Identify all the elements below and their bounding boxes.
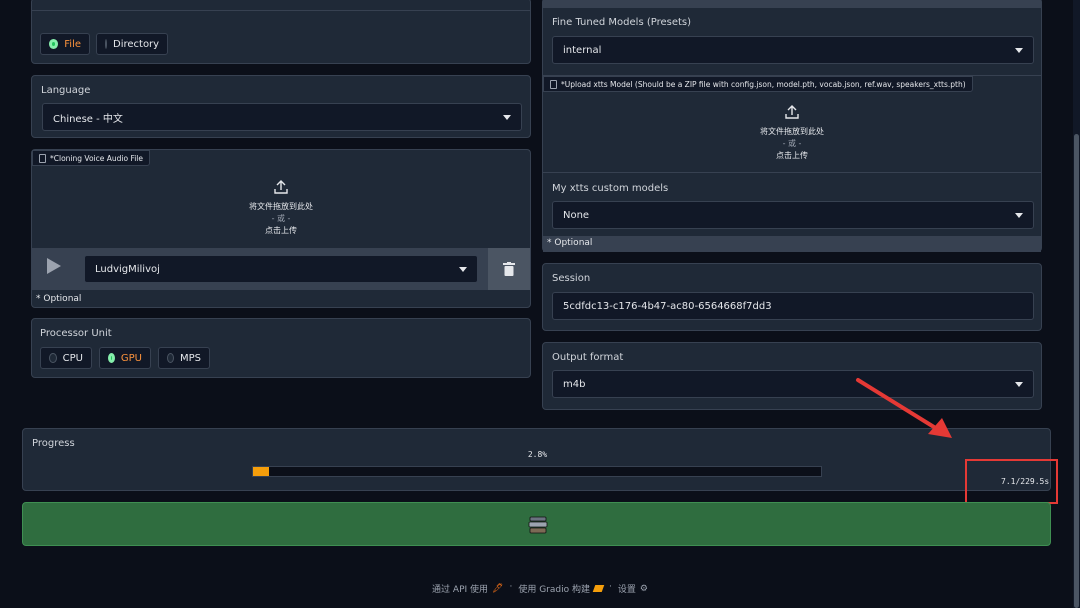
- source-panel: File Directory: [31, 0, 531, 64]
- books-icon: [528, 516, 548, 534]
- voice-upload-panel: *Cloning Voice Audio File 将文件拖放到此处 - 或 -…: [31, 149, 531, 308]
- radio-file[interactable]: File: [40, 33, 90, 55]
- footer-gradio-text: 使用 Gradio 构建: [518, 585, 590, 595]
- radio-label-gpu: GPU: [120, 352, 142, 364]
- xtts-drop-text: 将文件拖放到此处: [760, 127, 824, 136]
- chevron-down-icon: [1015, 212, 1023, 218]
- footer-api-text: 通过 API 使用: [432, 585, 489, 595]
- progress-track: [252, 466, 822, 477]
- radio-label-directory: Directory: [113, 38, 160, 50]
- language-dropdown[interactable]: Chinese - 中文: [42, 103, 522, 131]
- voice-upload-tag-text: *Cloning Voice Audio File: [50, 153, 143, 163]
- radio-gpu[interactable]: GPU: [99, 347, 151, 369]
- fine-tuned-label: Fine Tuned Models (Presets): [552, 17, 692, 28]
- xtts-upload-tag: *Upload xtts Model (Should be a ZIP file…: [543, 76, 973, 92]
- play-icon[interactable]: [46, 257, 62, 275]
- processor-panel: Processor Unit CPU GPU MPS: [31, 318, 531, 378]
- radio-directory[interactable]: Directory: [96, 33, 168, 55]
- custom-models-dropdown[interactable]: None: [552, 201, 1034, 229]
- footer-settings-link[interactable]: 设置 ⚙: [617, 582, 648, 596]
- voice-player-row: LudvigMilivoj: [32, 248, 530, 290]
- upload-icon: [274, 180, 288, 194]
- custom-models-value: None: [563, 209, 590, 221]
- annotation-arrow-icon: [856, 378, 952, 438]
- voice-value: LudvigMilivoj: [95, 263, 160, 275]
- voice-drop-text: 将文件拖放到此处: [249, 202, 313, 211]
- footer-separator: ·: [608, 582, 612, 592]
- session-input[interactable]: 5cdfdc13-c176-4b47-ac80-6564668f7dd3: [552, 292, 1034, 320]
- source-divider: [32, 10, 530, 11]
- footer-settings-text: 设置: [617, 585, 636, 595]
- radio-dot-directory: [105, 39, 107, 49]
- gear-icon: ⚙: [639, 583, 648, 594]
- file-icon: [550, 79, 557, 89]
- fine-tuned-value: internal: [563, 44, 602, 56]
- progress-label: Progress: [32, 438, 75, 449]
- voice-upload-tag: *Cloning Voice Audio File: [32, 150, 150, 166]
- xtts-upload-tag-text: *Upload xtts Model (Should be a ZIP file…: [561, 79, 966, 89]
- radio-dot-cpu: [49, 353, 57, 363]
- radio-mps[interactable]: MPS: [158, 347, 210, 369]
- custom-models-optional-note: * Optional: [547, 238, 593, 248]
- xtts-click-text: 点击上传: [776, 151, 808, 160]
- convert-button[interactable]: [22, 502, 1051, 546]
- chevron-down-icon: [1015, 381, 1023, 387]
- voice-click-text: 点击上传: [265, 226, 297, 235]
- trash-icon: [503, 262, 515, 276]
- model-top-strip: [543, 0, 1041, 8]
- chevron-down-icon: [503, 114, 511, 120]
- file-icon: [39, 153, 46, 163]
- radio-cpu[interactable]: CPU: [40, 347, 92, 369]
- radio-label-mps: MPS: [179, 352, 201, 364]
- output-format-panel: Output format m4b: [542, 342, 1042, 410]
- chevron-down-icon: [1015, 47, 1023, 53]
- output-format-label: Output format: [552, 352, 624, 363]
- scrollbar-thumb[interactable]: [1074, 134, 1079, 608]
- rocket-icon: 🖋: [492, 583, 504, 594]
- radio-dot-mps: [167, 353, 174, 363]
- xtts-dropzone[interactable]: 将文件拖放到此处 - 或 - 点击上传: [543, 92, 1041, 174]
- custom-models-label: My xtts custom models: [552, 183, 669, 194]
- radio-dot-file: [49, 39, 59, 49]
- xtts-or-text: - 或 -: [782, 139, 802, 148]
- session-value: 5cdfdc13-c176-4b47-ac80-6564668f7dd3: [563, 300, 772, 312]
- footer-api-link[interactable]: 通过 API 使用 🖋: [432, 582, 504, 596]
- radio-dot-gpu: [108, 353, 115, 363]
- custom-models-optional-bar: * Optional: [543, 236, 1041, 252]
- delete-button[interactable]: [488, 248, 530, 290]
- model-settings-panel: Fine Tuned Models (Presets) internal *Up…: [542, 0, 1042, 252]
- footer-gradio-link[interactable]: 使用 Gradio 构建: [518, 582, 605, 595]
- footer: 通过 API 使用 🖋 · 使用 Gradio 构建 · 设置 ⚙: [0, 582, 1080, 595]
- voice-dropdown[interactable]: LudvigMilivoj: [84, 255, 478, 283]
- chevron-down-icon: [459, 266, 467, 272]
- gradio-logo-icon: [592, 585, 605, 592]
- scrollbar[interactable]: [1073, 0, 1080, 608]
- radio-label-file: File: [64, 38, 81, 50]
- language-panel: Language Chinese - 中文: [31, 75, 531, 138]
- session-panel: Session 5cdfdc13-c176-4b47-ac80-6564668f…: [542, 263, 1042, 331]
- fine-tuned-dropdown[interactable]: internal: [552, 36, 1034, 64]
- processor-label: Processor Unit: [40, 328, 112, 339]
- radio-label-cpu: CPU: [62, 352, 83, 364]
- voice-dropzone[interactable]: 将文件拖放到此处 - 或 - 点击上传: [32, 168, 530, 248]
- voice-or-text: - 或 -: [271, 214, 291, 223]
- footer-separator: ·: [509, 582, 513, 592]
- progress-percent: 2.8%: [527, 450, 548, 459]
- progress-fill: [253, 467, 269, 476]
- upload-icon: [785, 105, 799, 119]
- xtts-upload-area: *Upload xtts Model (Should be a ZIP file…: [543, 75, 1041, 173]
- language-value: Chinese - 中文: [53, 113, 123, 125]
- language-label: Language: [41, 85, 91, 96]
- annotation-highlight-box: [965, 459, 1058, 504]
- session-label: Session: [552, 273, 591, 284]
- voice-optional-note: * Optional: [36, 294, 82, 304]
